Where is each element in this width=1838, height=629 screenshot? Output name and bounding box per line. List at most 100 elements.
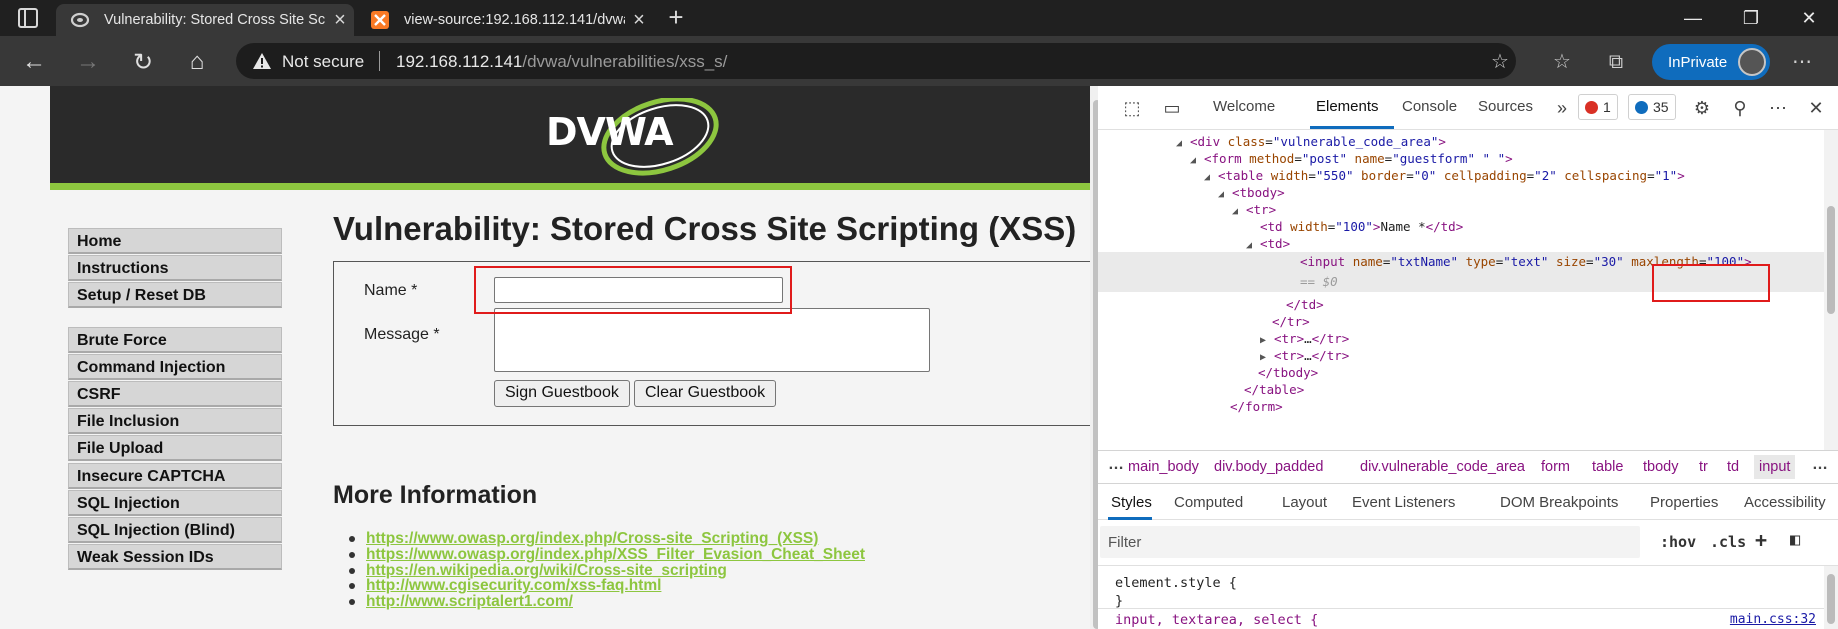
connect-icon[interactable]: ⚲	[1728, 96, 1752, 120]
breadcrumb-overflow[interactable]: …	[1812, 456, 1828, 474]
close-tab-icon[interactable]: ×	[326, 9, 354, 32]
hover-state-toggle[interactable]: :hov	[1660, 533, 1696, 551]
element-style-close: }	[1115, 593, 1124, 609]
more-options-icon[interactable]: ⋯	[1788, 48, 1816, 76]
highlight-box	[1652, 264, 1770, 302]
crumb-vulnerable-code-area[interactable]: div.vulnerable_code_area	[1360, 459, 1525, 475]
highlight-box	[474, 266, 792, 314]
message-textarea[interactable]	[494, 308, 930, 372]
crumb-table[interactable]: table	[1592, 459, 1623, 475]
tab-layout[interactable]: Layout	[1282, 494, 1327, 511]
message-icon	[1635, 100, 1648, 114]
dom-scrollbar[interactable]	[1824, 130, 1838, 450]
close-devtools-icon[interactable]: ✕	[1804, 96, 1828, 120]
menu-item-setup-reset-db[interactable]: Setup / Reset DB	[68, 282, 282, 308]
tab-computed[interactable]: Computed	[1174, 494, 1243, 511]
close-tab-icon[interactable]: ×	[625, 9, 653, 32]
styles-filter-input[interactable]: Filter	[1100, 526, 1640, 558]
tab-accessibility[interactable]: Accessibility	[1744, 494, 1826, 511]
tab-event-listeners[interactable]: Event Listeners	[1352, 494, 1455, 511]
tab-elements[interactable]: Elements	[1316, 98, 1379, 115]
menu-item-command-injection[interactable]: Command Injection	[68, 354, 282, 381]
page-title: Vulnerability: Stored Cross Site Scripti…	[333, 210, 1077, 247]
css-rule-selector[interactable]: input, textarea, select {	[1115, 612, 1318, 628]
crumb-form[interactable]: form	[1541, 459, 1570, 475]
errors-badge[interactable]: 1	[1578, 94, 1618, 120]
more-tabs-icon[interactable]: »	[1550, 96, 1574, 120]
menu-item-brute-force[interactable]: Brute Force	[68, 327, 282, 353]
tab-dom-breakpoints[interactable]: DOM Breakpoints	[1500, 494, 1618, 511]
styles-scrollbar[interactable]	[1824, 566, 1838, 629]
tab-view-source[interactable]: view-source:192.168.112.141/dvwa/vulnera…	[356, 4, 653, 36]
menu-item-insecure-captcha[interactable]: Insecure CAPTCHA	[68, 462, 282, 489]
menu-item-sql-injection[interactable]: SQL Injection	[68, 489, 282, 516]
crumb-input[interactable]: input	[1754, 455, 1796, 479]
crumb-td[interactable]: td	[1727, 459, 1739, 475]
settings-gear-icon[interactable]: ⚙	[1690, 96, 1714, 120]
clear-guestbook-button[interactable]: Clear Guestbook	[634, 380, 777, 407]
messages-badge[interactable]: 35	[1628, 94, 1676, 120]
breadcrumb-overflow[interactable]: …	[1108, 456, 1124, 474]
menu-item-instructions[interactable]: Instructions	[68, 255, 282, 281]
menu-item-sql-injection-blind-[interactable]: SQL Injection (Blind)	[68, 516, 282, 543]
menu-item-csrf[interactable]: CSRF	[68, 381, 282, 408]
crumb-body-padded[interactable]: div.body_padded	[1214, 459, 1323, 475]
menu-item-home[interactable]: Home	[68, 228, 282, 254]
favorites-icon[interactable]: ☆	[1548, 48, 1576, 76]
new-tab-icon[interactable]: +	[662, 4, 690, 32]
class-toggle[interactable]: .cls	[1710, 533, 1746, 551]
menu-item-weak-session-ids[interactable]: Weak Session IDs	[68, 543, 282, 570]
scrollbar-thumb[interactable]	[1827, 574, 1835, 624]
dom-node-td[interactable]: ◢ <td>	[1098, 234, 1824, 254]
address-toolbar: ← → ↻ ⌂ Not secure 192.168.112.141/dvwa/…	[0, 36, 1838, 86]
collections-icon[interactable]: ⧉	[1602, 48, 1630, 76]
add-favorite-icon[interactable]: ☆	[1488, 49, 1512, 73]
dvwa-logo-text: DVWA	[546, 110, 674, 154]
more-info-link[interactable]: http://www.scriptalert1.com/	[349, 593, 573, 611]
crumb-tr[interactable]: tr	[1699, 459, 1708, 475]
menu-item-file-inclusion[interactable]: File Inclusion	[68, 408, 282, 435]
tab-actions-icon[interactable]	[18, 8, 38, 28]
dom-node-form-close[interactable]: </form>	[1098, 397, 1824, 417]
tab-properties[interactable]: Properties	[1650, 494, 1718, 511]
refresh-icon[interactable]: ↻	[127, 46, 159, 78]
breadcrumb: … main_body div.body_padded div.vulnerab…	[1098, 450, 1838, 484]
crumb-main-body[interactable]: main_body	[1128, 459, 1199, 475]
element-style-rule[interactable]: element.style {	[1115, 575, 1237, 591]
url-path: /dvwa/vulnerabilities/xss_s/	[522, 52, 728, 71]
home-icon[interactable]: ⌂	[181, 46, 213, 78]
restore-icon[interactable]: ❐	[1722, 0, 1780, 36]
customize-icon[interactable]: ⋯	[1766, 96, 1790, 120]
messages-count: 35	[1653, 99, 1669, 115]
minimize-icon[interactable]: —	[1664, 0, 1722, 36]
toggle-sidebar-icon[interactable]: ◧	[1790, 530, 1800, 550]
back-icon[interactable]: ←	[18, 46, 50, 78]
close-window-icon[interactable]: ✕	[1780, 0, 1838, 36]
active-tab-indicator	[1310, 126, 1394, 129]
name-label: Name *	[364, 282, 418, 299]
tab-sources[interactable]: Sources	[1478, 98, 1533, 115]
sign-guestbook-button[interactable]: Sign Guestbook	[494, 380, 630, 407]
new-style-rule-icon[interactable]: +	[1755, 528, 1767, 552]
styles-tabbar: Styles Computed Layout Event Listeners D…	[1098, 484, 1838, 520]
error-icon	[1585, 100, 1598, 114]
tab-dvwa-xss[interactable]: Vulnerability: Stored Cross Site Scripti…	[56, 4, 354, 36]
inprivate-button[interactable]: InPrivate	[1652, 44, 1770, 80]
tab-styles[interactable]: Styles	[1111, 494, 1152, 511]
tab-title: Vulnerability: Stored Cross Site Scripti…	[104, 12, 326, 28]
url-text[interactable]: 192.168.112.141/dvwa/vulnerabilities/xss…	[396, 52, 727, 72]
tab-welcome[interactable]: Welcome	[1213, 98, 1275, 115]
inspect-element-icon[interactable]: ⬚	[1120, 96, 1144, 120]
security-status[interactable]: Not secure	[282, 52, 364, 72]
tab-console[interactable]: Console	[1402, 98, 1457, 115]
crumb-tbody[interactable]: tbody	[1643, 459, 1678, 475]
device-emulation-icon[interactable]: ▭	[1160, 96, 1184, 120]
page-viewport: DVWA Home Instructions Setup / Reset DB Br…	[0, 86, 1090, 629]
errors-count: 1	[1603, 99, 1611, 115]
address-bar[interactable]: Not secure 192.168.112.141/dvwa/vulnerab…	[236, 43, 1516, 79]
devtools-tabbar: ⬚ ▭ Welcome Elements Console Sources » 1…	[1098, 86, 1838, 130]
forward-icon[interactable]: →	[72, 46, 104, 78]
css-source-link[interactable]: main.css:32	[1730, 612, 1816, 627]
scrollbar-thumb[interactable]	[1827, 206, 1835, 314]
menu-item-file-upload[interactable]: File Upload	[68, 435, 282, 462]
